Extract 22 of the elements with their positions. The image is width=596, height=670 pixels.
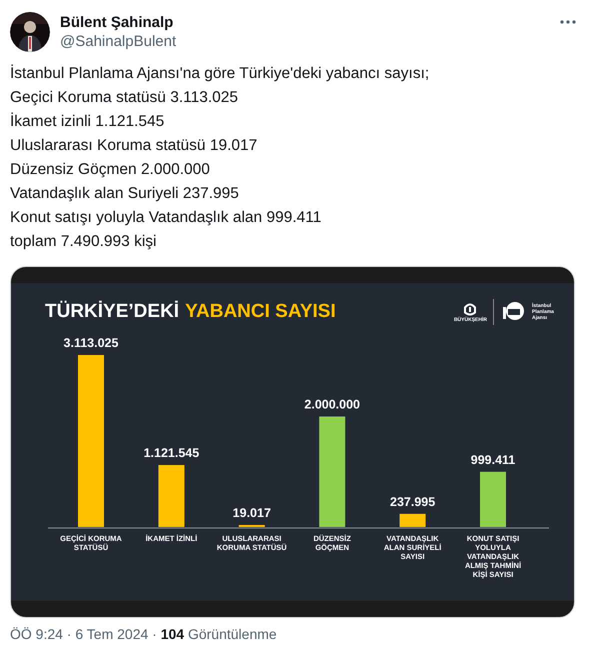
value-label: 19.017 <box>232 506 271 520</box>
value-label: 237.995 <box>390 494 436 509</box>
tweet-text-line: İstanbul Planlama Ajansı'na göre Türkiye'deki yabancı sayısı; <box>10 64 430 84</box>
tweet-meta: ÖÖ 9:24 · 6 Tem 2024 · 104 Görüntülenme <box>9 625 278 642</box>
value-label: 3.113.025 <box>64 336 118 350</box>
infographic-card[interactable] <box>10 266 575 618</box>
tweet-text-line: toplam 7.490.993 kişi <box>10 232 158 252</box>
tweet-text-line: Vatandaşlık alan Suriyeli 237.995 <box>10 184 240 204</box>
value-label: 2.000.000 <box>304 398 360 412</box>
value-label: 999.411 <box>470 452 516 467</box>
infographic-title-highlight: YABANCI SAYISI <box>185 301 336 323</box>
agency-logo-icon <box>500 301 526 323</box>
tweet-text-line: Geçici Koruma statüsü 3.113.025 <box>10 88 240 108</box>
tweet-text-line: Düzensiz Göçmen 2.000.000 <box>10 160 211 180</box>
tweet-text-line: Konut satışı yoluyla Vatandaşlık alan 999.411 <box>10 208 322 228</box>
infographic-title: TÜRKİYE’DEKİ <box>45 301 180 323</box>
tweet-text-line: Uluslararası Koruma statüsü 19.017 <box>10 136 258 156</box>
value-label: 1.121.545 <box>144 446 200 460</box>
tweet-text-line: İkamet izinli 1.121.545 <box>10 112 166 132</box>
author-name[interactable]: Bülent Şahinalp <box>60 14 548 31</box>
author-handle[interactable]: @SahinalpBulent <box>60 33 548 50</box>
emblem-icon <box>463 301 478 317</box>
